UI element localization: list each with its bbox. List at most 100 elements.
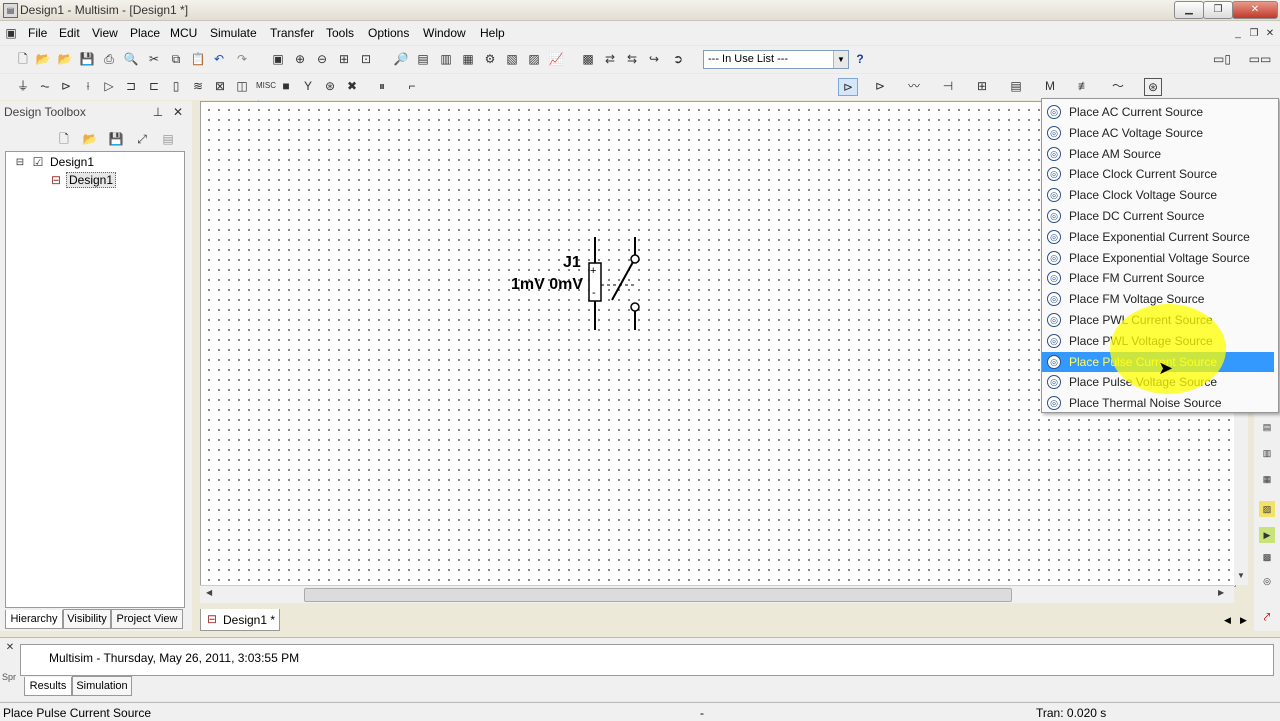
place-ttl-icon[interactable]: ⊐ [123, 78, 139, 94]
spreadsheet-view-icon[interactable]: ▥ [438, 51, 454, 67]
menu-edit[interactable]: Edit [59, 26, 80, 40]
menu-help[interactable]: Help [480, 26, 505, 40]
zoom-area-icon[interactable]: ⊞ [336, 51, 352, 67]
instrument-icon-7[interactable]: M [1042, 78, 1058, 94]
place-source-icon[interactable]: ⏚ [15, 78, 31, 94]
scroll-left-icon[interactable]: ◀ [206, 588, 212, 597]
help-icon[interactable]: ? [852, 51, 868, 67]
instrument-current-probe-icon[interactable]: ◎ [1259, 573, 1275, 589]
fullscreen-icon[interactable]: ▣ [270, 51, 286, 67]
place-mcu-module-icon[interactable]: ✖ [344, 78, 360, 94]
back-annotate-icon[interactable]: ⇆ [624, 51, 640, 67]
document-tab[interactable]: ⊟ Design1 * [200, 609, 280, 631]
open-samples-icon[interactable]: 📂 [57, 51, 73, 67]
panel-close-icon[interactable]: ✕ [170, 104, 186, 120]
switch-component-j1[interactable]: + - [588, 237, 640, 330]
tab-results[interactable]: Results [24, 677, 72, 696]
instrument-labview-icon[interactable]: ▶ [1259, 527, 1275, 543]
place-electromechanical-icon[interactable]: Y [300, 78, 316, 94]
source-category-icon[interactable]: ⊳ [838, 78, 858, 96]
instrument-toolbar-icon-2[interactable]: ▭▭ [1245, 51, 1275, 67]
place-transistor-icon[interactable]: ⟊ [80, 78, 96, 94]
horizontal-scrollbar[interactable]: ◀ ▶ [200, 585, 1234, 603]
menu-file[interactable]: File [28, 26, 47, 40]
zoom-fit-icon[interactable]: ⊡ [358, 51, 374, 67]
instrument-probe-icon[interactable]: ⤤ [1259, 609, 1275, 625]
scroll-right-icon[interactable]: ▶ [1218, 588, 1224, 597]
redo-icon[interactable]: ↷ [234, 51, 250, 67]
in-use-list-dropdown[interactable]: --- In Use List --- ▼ [703, 50, 849, 69]
component-wizard-icon[interactable]: ⚙ [482, 51, 498, 67]
mdi-restore-icon[interactable]: ❐ [1247, 28, 1261, 40]
print-icon[interactable]: ⎙ [101, 51, 117, 67]
analysis-icon[interactable]: 📈 [548, 51, 564, 67]
menu-item-source[interactable]: ◎ Place Clock Voltage Source [1042, 185, 1274, 205]
instrument-tektronix-icon[interactable]: ▩ [1259, 549, 1275, 565]
minimize-button[interactable]: ▁ [1174, 1, 1204, 19]
rename-design-icon[interactable]: ▤ [160, 131, 176, 147]
place-basic-icon[interactable]: ⏦ [37, 78, 53, 94]
place-advanced-peripherals-icon[interactable]: ≋ [190, 78, 206, 94]
grapher-icon[interactable]: ▧ [504, 51, 520, 67]
menu-item-source[interactable]: ◎ Place AC Voltage Source [1042, 123, 1274, 143]
instrument-measurement-probe-icon[interactable]: ▨ [1259, 501, 1275, 517]
print-preview-icon[interactable]: 🔍 [123, 51, 139, 67]
instrument-icon-4[interactable]: ⊣ [940, 78, 956, 94]
transfer-icon[interactable]: ⇄ [602, 51, 618, 67]
open-icon[interactable]: 📂 [35, 51, 51, 67]
menu-options[interactable]: Options [368, 26, 409, 40]
menu-item-source[interactable]: ◎ Place AM Source [1042, 144, 1274, 164]
instrument-icon-2[interactable]: ⊳ [872, 78, 888, 94]
menu-item-source[interactable]: ◎ Place Clock Current Source [1042, 164, 1274, 184]
erc-icon[interactable]: ▩ [580, 51, 596, 67]
instrument-icon-6[interactable]: ▤ [1008, 78, 1024, 94]
place-analog-icon[interactable]: ▷ [101, 78, 117, 94]
new-icon[interactable]: 🗋 [15, 51, 31, 67]
tab-scroll-right-icon[interactable]: ▶ [1240, 615, 1247, 626]
menu-item-source[interactable]: ◎ Place Thermal Noise Source [1042, 393, 1274, 413]
place-mixed-icon[interactable]: ⊠ [212, 78, 228, 94]
tree-item-design[interactable]: Design1 [50, 155, 94, 169]
database-manager-icon[interactable]: ▦ [460, 51, 476, 67]
forward-annotate-icon[interactable]: ↪ [646, 51, 662, 67]
close-design-icon[interactable]: ⤢ [134, 131, 150, 147]
postprocessor-icon[interactable]: ▨ [526, 51, 542, 67]
instrument-iv-analyzer-icon[interactable]: ▦ [1259, 471, 1275, 487]
menu-item-source[interactable]: ◎ Place Exponential Current Source [1042, 227, 1274, 247]
tree-item-sheet[interactable]: Design1 [66, 172, 117, 188]
place-diode-icon[interactable]: ⊳ [58, 78, 74, 94]
mdi-minimize-icon[interactable]: _ [1231, 28, 1245, 40]
menu-item-source[interactable]: ◎ Place FM Current Source [1042, 268, 1274, 288]
place-indicator-icon[interactable]: ◫ [234, 78, 250, 94]
collapse-icon[interactable]: ⊟ [12, 155, 28, 171]
menu-item-source[interactable]: ◎ Place DC Current Source [1042, 206, 1274, 226]
signal-source-icon[interactable]: ⊛ [1144, 78, 1162, 96]
tab-hierarchy[interactable]: Hierarchy [5, 610, 63, 629]
copy-icon[interactable]: ⧉ [168, 51, 184, 67]
new-design-icon[interactable]: 🗋 [56, 131, 72, 147]
instrument-icon-9[interactable]: 〜 [1110, 78, 1126, 94]
mdi-close-icon[interactable]: ✕ [1263, 28, 1277, 40]
paste-icon[interactable]: 📋 [190, 51, 206, 67]
close-button[interactable]: ✕ [1232, 1, 1278, 19]
component-ref-label[interactable]: J1 [563, 254, 581, 272]
find-icon[interactable]: 🔎 [393, 51, 409, 67]
scroll-thumb[interactable] [304, 588, 1012, 602]
restore-button[interactable]: ❐ [1203, 1, 1233, 19]
place-bus-icon[interactable]: ⌐ [404, 78, 420, 94]
spreadsheet-close-icon[interactable]: ✕ [2, 640, 18, 656]
tab-visibility[interactable]: Visibility [63, 609, 111, 629]
menu-simulate[interactable]: Simulate [210, 26, 257, 40]
menu-item-source[interactable]: ◎ Place Exponential Voltage Source [1042, 248, 1274, 268]
open-design-icon[interactable]: 📂 [82, 131, 98, 147]
instrument-logic-converter-icon[interactable]: ▥ [1259, 445, 1275, 461]
menu-window[interactable]: Window [423, 26, 466, 40]
place-misc-icon[interactable]: MISC [256, 78, 276, 94]
place-connector-icon[interactable]: ⊛ [322, 78, 338, 94]
tab-simulation[interactable]: Simulation [72, 676, 132, 696]
menu-view[interactable]: View [92, 26, 118, 40]
cut-icon[interactable]: ✂ [146, 51, 162, 67]
menu-place[interactable]: Place [130, 26, 160, 40]
menu-transfer[interactable]: Transfer [270, 26, 314, 40]
place-rf-icon[interactable]: ■ [278, 78, 294, 94]
